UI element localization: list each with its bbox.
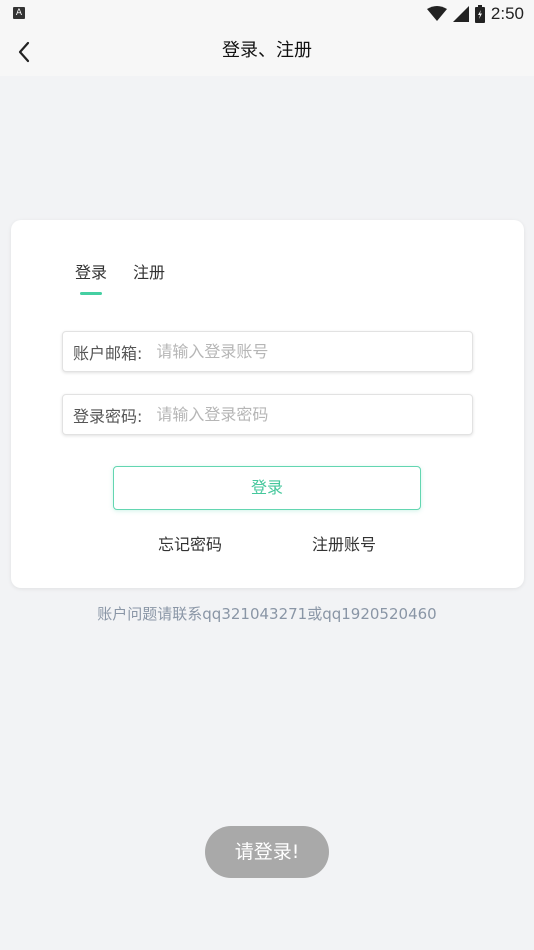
account-email-label: 账户邮箱:: [73, 343, 143, 363]
login-card: 登录 注册 账户邮箱: 登录密码: 登录 忘记密码 注册账号: [11, 220, 524, 588]
tab-login[interactable]: 登录: [75, 262, 107, 296]
forgot-password-link[interactable]: 忘记密码: [158, 534, 222, 556]
back-button[interactable]: [8, 36, 40, 68]
status-time: 2:50: [490, 4, 524, 23]
account-email-input[interactable]: [156, 342, 472, 361]
account-email-field: 账户邮箱:: [62, 331, 473, 372]
status-indicators: 2:50: [426, 3, 524, 25]
password-input[interactable]: [156, 405, 472, 424]
register-account-link[interactable]: 注册账号: [312, 534, 376, 556]
notification-a-icon: A: [13, 7, 25, 19]
contact-note: 账户问题请联系qq321043271或qq1920520460: [97, 605, 437, 623]
battery-icon: [474, 5, 485, 23]
status-bar: A 2:50: [0, 0, 534, 28]
page-title: 登录、注册: [222, 40, 312, 61]
chevron-left-icon: [18, 41, 30, 63]
auth-tabs: 登录 注册: [75, 262, 165, 296]
password-label: 登录密码:: [73, 406, 143, 426]
login-screen: A 2:50 登录、注册 登录 注册 账户邮箱: 请输入登录账号 登录密码: 登…: [0, 0, 534, 950]
password-field: 登录密码:: [62, 394, 473, 435]
tab-register[interactable]: 注册: [133, 262, 165, 296]
login-button[interactable]: 登录: [113, 466, 421, 510]
wifi-icon: [426, 6, 447, 21]
app-bar: 登录、注册: [0, 28, 534, 76]
toast-message: 请登录!: [205, 826, 329, 878]
cellular-signal-icon: [452, 6, 469, 22]
